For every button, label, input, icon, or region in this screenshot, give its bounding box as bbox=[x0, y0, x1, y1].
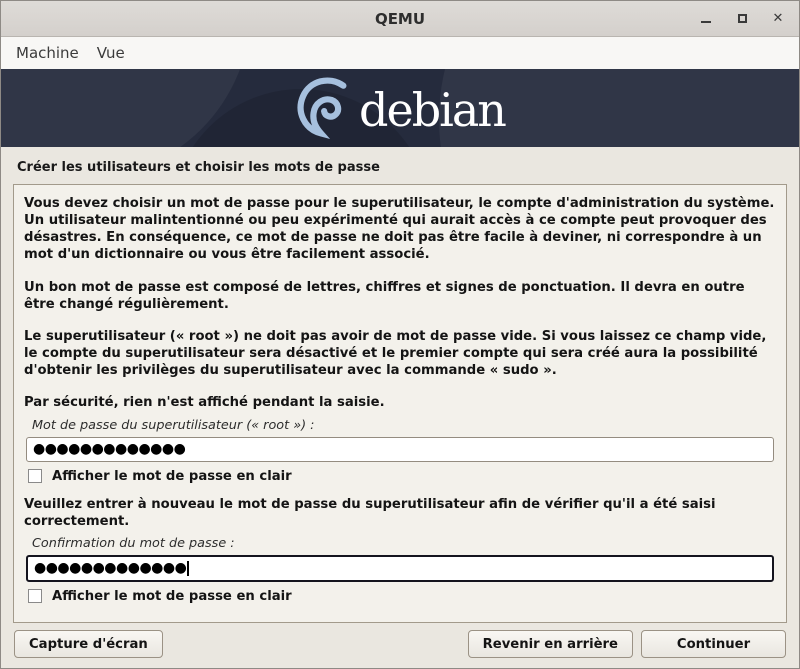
qemu-window: QEMU ✕ Machine Vue debian Créer les util… bbox=[0, 0, 800, 669]
show-password-row-2: Afficher le mot de passe en clair bbox=[28, 589, 776, 604]
footer-actions: Capture d'écran Revenir en arrière Conti… bbox=[1, 623, 799, 669]
show-password-label-1: Afficher le mot de passe en clair bbox=[52, 469, 292, 484]
close-button[interactable]: ✕ bbox=[767, 8, 789, 30]
minimize-button[interactable] bbox=[695, 8, 717, 30]
show-password-checkbox-1[interactable] bbox=[28, 469, 42, 483]
main-panel: Vous devez choisir un mot de passe pour … bbox=[13, 184, 787, 623]
confirm-password-masked-value: ●●●●●●●●●●●●● bbox=[34, 560, 186, 576]
maximize-icon bbox=[738, 14, 747, 23]
window-controls: ✕ bbox=[695, 1, 789, 36]
screenshot-button[interactable]: Capture d'écran bbox=[14, 630, 163, 658]
confirm-password-label: Confirmation du mot de passe : bbox=[32, 536, 776, 551]
close-icon: ✕ bbox=[773, 11, 784, 26]
installer-content: Créer les utilisateurs et choisir les mo… bbox=[1, 147, 799, 669]
intro-paragraph: Vous devez choisir un mot de passe pour … bbox=[24, 195, 776, 264]
debian-logo-text: debian bbox=[359, 87, 505, 133]
text-caret bbox=[187, 561, 189, 576]
page-title: Créer les utilisateurs et choisir les mo… bbox=[1, 147, 799, 184]
minimize-icon bbox=[701, 21, 711, 23]
security-paragraph: Par sécurité, rien n'est affiché pendant… bbox=[24, 394, 776, 411]
show-password-row-1: Afficher le mot de passe en clair bbox=[28, 469, 776, 484]
show-password-checkbox-2[interactable] bbox=[28, 589, 42, 603]
nav-buttons: Revenir en arrière Continuer bbox=[468, 630, 786, 658]
window-title: QEMU bbox=[1, 10, 799, 28]
menu-machine[interactable]: Machine bbox=[7, 40, 88, 66]
root-password-masked-value: ●●●●●●●●●●●●● bbox=[33, 441, 185, 457]
menu-vue[interactable]: Vue bbox=[88, 40, 134, 66]
maximize-button[interactable] bbox=[731, 8, 753, 30]
titlebar: QEMU ✕ bbox=[1, 1, 799, 37]
root-empty-paragraph: Le superutilisateur (« root ») ne doit p… bbox=[24, 328, 776, 379]
root-password-input[interactable]: ●●●●●●●●●●●●● bbox=[26, 437, 774, 462]
debian-banner: debian bbox=[1, 69, 799, 147]
debian-swirl-icon bbox=[295, 75, 357, 141]
go-back-button[interactable]: Revenir en arrière bbox=[468, 630, 633, 658]
confirm-paragraph: Veuillez entrer à nouveau le mot de pass… bbox=[24, 496, 776, 530]
menubar: Machine Vue bbox=[1, 37, 799, 69]
continue-button[interactable]: Continuer bbox=[641, 630, 786, 658]
debian-logo: debian bbox=[295, 75, 505, 141]
show-password-label-2: Afficher le mot de passe en clair bbox=[52, 589, 292, 604]
good-password-paragraph: Un bon mot de passe est composé de lettr… bbox=[24, 279, 776, 313]
confirm-password-input[interactable]: ●●●●●●●●●●●●● bbox=[26, 555, 774, 582]
root-password-label: Mot de passe du superutilisateur (« root… bbox=[32, 418, 776, 433]
